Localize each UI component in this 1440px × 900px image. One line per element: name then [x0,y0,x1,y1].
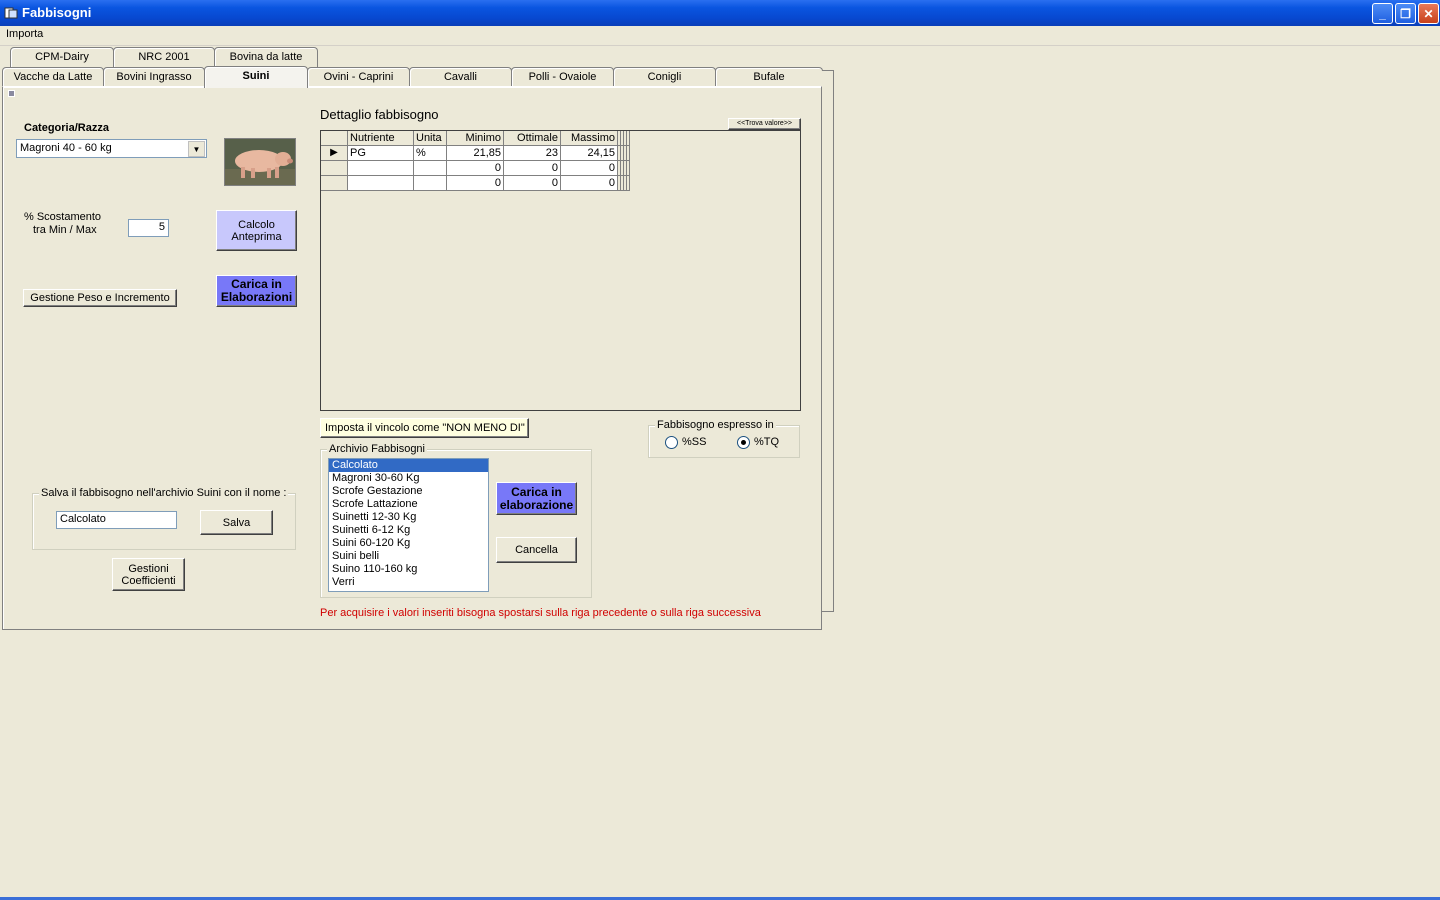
salva-button[interactable]: Salva [200,510,273,535]
cell-ottimale[interactable]: 0 [504,176,561,191]
list-item[interactable]: Scrofe Lattazione [329,498,488,511]
tab-bovina-da-latte[interactable]: Bovina da latte [214,47,318,67]
tab-suini[interactable]: Suini [204,66,308,88]
cell-nutriente[interactable]: PG [348,146,414,161]
categoria-label: Categoria/Razza [24,122,109,134]
col-header-nutriente[interactable]: Nutriente [348,131,414,146]
minimize-button[interactable]: _ [1372,3,1393,24]
cell-ottimale[interactable]: 23 [504,146,561,161]
calcolo-anteprima-button[interactable]: Calcolo Anteprima [216,210,297,251]
radio-tq-label[interactable]: %TQ [754,436,779,448]
cancella-button[interactable]: Cancella [496,537,577,563]
panel-right-edge [822,70,834,612]
radio-ss[interactable] [665,436,678,452]
fabbisogno-grid[interactable]: Nutriente Unita Minimo Ottimale Massimo … [320,130,801,411]
espresso-title: Fabbisogno espresso in [655,419,776,431]
list-item[interactable]: Suinetti 12-30 Kg [329,511,488,524]
hint-text: Per acquisire i valori inseriti bisogna … [320,607,761,619]
list-item[interactable]: Suini belli [329,550,488,563]
cell-minimo[interactable]: 0 [447,176,504,191]
row-header[interactable] [321,161,348,176]
tab-bufale[interactable]: Bufale [715,67,823,87]
cell-nutriente[interactable] [348,161,414,176]
col-header-minimo[interactable]: Minimo [447,131,504,146]
list-item[interactable]: Calcolato [329,459,488,472]
row-indicator-icon[interactable]: ▶ [321,146,348,161]
cell-massimo[interactable]: 24,15 [561,146,618,161]
carica-elaborazioni-button[interactable]: Carica in Elaborazioni [216,275,297,307]
radio-ss-label[interactable]: %SS [682,436,706,448]
archivio-title: Archivio Fabbisogni [327,443,427,455]
cell-extra [618,146,630,161]
tab-nrc-2001[interactable]: NRC 2001 [113,47,215,67]
scostamento-label-1: % Scostamento [24,211,102,223]
pig-image [224,138,296,186]
cell-extra [618,161,630,176]
scostamento-input[interactable]: 5 [128,219,169,237]
cell-massimo[interactable]: 0 [561,176,618,191]
list-item[interactable]: Suinetti 6-12 Kg [329,524,488,537]
list-item[interactable]: Suini 60-120 Kg [329,537,488,550]
salva-frame-title: Salva il fabbisogno nell'archivio Suini … [39,487,289,499]
radio-tq-circle[interactable] [737,436,750,449]
gestioni-coefficienti-button[interactable]: Gestioni Coefficienti [112,558,185,591]
trova-valore-button[interactable]: <<Trova valore>> [728,118,801,130]
col-header-extra [618,131,630,146]
chevron-down-icon[interactable]: ▼ [188,141,205,157]
menu-bar: Importa [0,26,1440,46]
restore-button[interactable]: ❐ [1395,3,1416,24]
list-item[interactable]: Magroni 30-60 Kg [329,472,488,485]
close-button[interactable]: ✕ [1418,3,1439,24]
gestione-peso-button[interactable]: Gestione Peso e Incremento [23,289,177,307]
salva-name-input[interactable]: Calcolato [56,511,177,529]
tab-bovini-ingrasso[interactable]: Bovini Ingrasso [103,67,205,87]
window-title: Fabbisogni [22,5,92,20]
list-item[interactable]: Scrofe Gestazione [329,485,488,498]
cell-massimo[interactable]: 0 [561,161,618,176]
radio-ss-circle[interactable] [665,436,678,449]
vincolo-button[interactable]: Imposta il vincolo come "NON MENO DI" [320,418,529,438]
archivio-listbox[interactable]: Calcolato Magroni 30-60 Kg Scrofe Gestaz… [328,458,489,592]
cell-unita[interactable] [414,176,447,191]
cell-nutriente[interactable] [348,176,414,191]
tab-cpm-dairy[interactable]: CPM-Dairy [10,47,114,67]
list-item[interactable]: Verri [329,576,488,589]
cell-ottimale[interactable]: 0 [504,161,561,176]
carica-elaborazione-button[interactable]: Carica in elaborazione [496,482,577,515]
col-header-unita[interactable]: Unita [414,131,447,146]
radio-tq[interactable] [737,436,750,452]
dettaglio-title: Dettaglio fabbisogno [320,107,439,122]
categoria-value: Magroni 40 - 60 kg [20,142,112,154]
app-icon[interactable] [4,6,18,20]
cell-extra [618,176,630,191]
col-header-massimo[interactable]: Massimo [561,131,618,146]
cell-minimo[interactable]: 0 [447,161,504,176]
tab-polli-ovaiole[interactable]: Polli - Ovaiole [511,67,614,87]
tab-cavalli[interactable]: Cavalli [409,67,512,87]
title-bar: Fabbisogni _ ❐ ✕ [0,0,1440,26]
row-header[interactable] [321,176,348,191]
small-indicator [8,90,15,97]
scostamento-label-2: tra Min / Max [33,224,97,236]
tab-ovini-caprini[interactable]: Ovini - Caprini [307,67,410,87]
grid-corner [321,131,348,146]
col-header-ottimale[interactable]: Ottimale [504,131,561,146]
menu-importa[interactable]: Importa [6,28,43,40]
cell-unita[interactable] [414,161,447,176]
tab-vacche-da-latte[interactable]: Vacche da Latte [2,67,104,87]
cell-unita[interactable]: % [414,146,447,161]
categoria-combo[interactable]: Magroni 40 - 60 kg ▼ [16,139,207,158]
cell-minimo[interactable]: 21,85 [447,146,504,161]
tab-conigli[interactable]: Conigli [613,67,716,87]
list-item[interactable]: Suino 110-160 kg [329,563,488,576]
